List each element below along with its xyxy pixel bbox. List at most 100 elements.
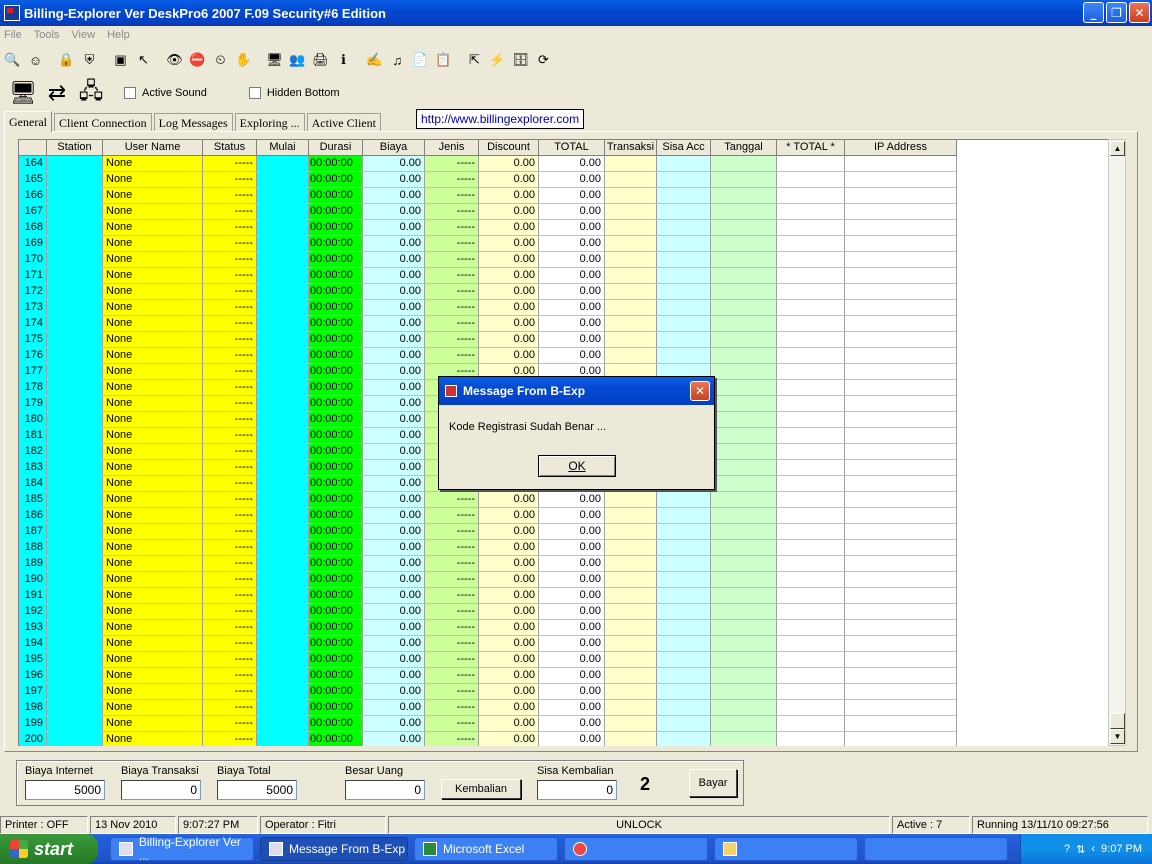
network-icon[interactable]: 🖧 bbox=[74, 77, 108, 109]
column-header[interactable]: TOTAL bbox=[539, 140, 605, 156]
table-row[interactable]: 196 None ----- 00:00:00 0.00 ----- 0.00 0.00 bbox=[19, 668, 1108, 684]
network-tray-icon[interactable]: ⇅ bbox=[1076, 843, 1085, 856]
document-icon[interactable]: 📄 bbox=[410, 49, 431, 71]
computer-icon[interactable]: 🖥 bbox=[264, 49, 285, 71]
export-icon[interactable]: ⇱ bbox=[464, 49, 485, 71]
table-row[interactable]: 173 None ----- 00:00:00 0.00 ----- 0.00 0.00 bbox=[19, 300, 1108, 316]
scroll-thumb[interactable] bbox=[1110, 713, 1125, 729]
help-icon[interactable]: ? bbox=[1064, 843, 1070, 855]
menu-tools[interactable]: Tools bbox=[34, 29, 60, 41]
column-header[interactable]: Biaya bbox=[363, 140, 425, 156]
table-row[interactable]: 195 None ----- 00:00:00 0.00 ----- 0.00 0.00 bbox=[19, 652, 1108, 668]
hand-icon[interactable]: ✋ bbox=[233, 49, 254, 71]
checkbox-box[interactable] bbox=[248, 87, 261, 99]
column-header[interactable]: Durasi bbox=[309, 140, 363, 156]
table-row[interactable]: 194 None ----- 00:00:00 0.00 ----- 0.00 0.00 bbox=[19, 636, 1108, 652]
table-row[interactable]: 174 None ----- 00:00:00 0.00 ----- 0.00 0.00 bbox=[19, 316, 1108, 332]
users-icon[interactable]: 👥 bbox=[287, 49, 308, 71]
biaya-transaksi-field[interactable]: 0 bbox=[121, 780, 201, 800]
tab-active-client[interactable]: Active Client bbox=[306, 113, 381, 132]
database-icon[interactable]: 🗄 bbox=[510, 49, 531, 71]
menu-help[interactable]: Help bbox=[107, 29, 130, 41]
refresh-icon[interactable]: ⟳ bbox=[533, 49, 554, 71]
tab-client-connection[interactable]: Client Connection bbox=[53, 113, 152, 132]
computer-icon[interactable]: 🖥 bbox=[6, 77, 40, 109]
scroll-down-icon[interactable]: ▼ bbox=[1110, 729, 1125, 744]
table-row[interactable]: 190 None ----- 00:00:00 0.00 ----- 0.00 0.00 bbox=[19, 572, 1108, 588]
website-link[interactable]: http://www.billingexplorer.com bbox=[416, 109, 585, 129]
task-browser[interactable] bbox=[564, 837, 708, 861]
table-row[interactable]: 175 None ----- 00:00:00 0.00 ----- 0.00 0.00 bbox=[19, 332, 1108, 348]
kembalian-button[interactable]: Kembalian bbox=[441, 779, 521, 799]
column-header[interactable]: * TOTAL * bbox=[777, 140, 845, 156]
table-row[interactable]: 166 None ----- 00:00:00 0.00 ----- 0.00 0.00 bbox=[19, 188, 1108, 204]
table-row[interactable]: 186 None ----- 00:00:00 0.00 ----- 0.00 0.00 bbox=[19, 508, 1108, 524]
column-header[interactable]: Jenis bbox=[425, 140, 479, 156]
checkbox-box[interactable] bbox=[124, 87, 136, 99]
table-row[interactable]: 191 None ----- 00:00:00 0.00 ----- 0.00 0.00 bbox=[19, 588, 1108, 604]
shield-icon[interactable]: ⛨ bbox=[79, 49, 100, 71]
close-button[interactable]: ✕ bbox=[1129, 2, 1150, 23]
table-row[interactable]: 172 None ----- 00:00:00 0.00 ----- 0.00 0.00 bbox=[19, 284, 1108, 300]
table-row[interactable]: 193 None ----- 00:00:00 0.00 ----- 0.00 0.00 bbox=[19, 620, 1108, 636]
report-icon[interactable]: 📋 bbox=[433, 49, 454, 71]
table-row[interactable]: 199 None ----- 00:00:00 0.00 ----- 0.00 0.00 bbox=[19, 716, 1108, 732]
minimize-button[interactable]: _ bbox=[1083, 2, 1104, 23]
table-row[interactable]: 170 None ----- 00:00:00 0.00 ----- 0.00 0.00 bbox=[19, 252, 1108, 268]
tab-log-messages[interactable]: Log Messages bbox=[153, 113, 233, 132]
maximize-button[interactable]: ❐ bbox=[1106, 2, 1127, 23]
eye-icon[interactable]: 👁 bbox=[164, 49, 185, 71]
printer-icon[interactable]: 🖨 bbox=[310, 49, 331, 71]
vertical-scrollbar[interactable]: ▲ ▼ bbox=[1108, 139, 1126, 746]
scroll-up-icon[interactable]: ▲ bbox=[1110, 141, 1125, 156]
table-row[interactable]: 176 None ----- 00:00:00 0.00 ----- 0.00 0.00 bbox=[19, 348, 1108, 364]
start-button[interactable]: start bbox=[0, 834, 98, 864]
menu-file[interactable]: File bbox=[4, 29, 22, 41]
transfer-icon[interactable]: ⇄ bbox=[40, 77, 74, 109]
lock-icon[interactable]: 🔒 bbox=[56, 49, 77, 71]
info-icon[interactable]: ℹ bbox=[333, 49, 354, 71]
biaya-total-field[interactable]: 5000 bbox=[217, 780, 297, 800]
table-row[interactable]: 167 None ----- 00:00:00 0.00 ----- 0.00 0.00 bbox=[19, 204, 1108, 220]
column-header[interactable]: IP Address bbox=[845, 140, 957, 156]
smiley-icon[interactable]: ☺ bbox=[25, 49, 46, 71]
sisa-kembalian-field[interactable]: 0 bbox=[537, 780, 617, 800]
column-header[interactable]: Sisa Acc bbox=[657, 140, 711, 156]
binoculars-icon[interactable]: 🔍 bbox=[2, 49, 23, 71]
menu-view[interactable]: View bbox=[71, 29, 95, 41]
column-header[interactable]: Station bbox=[47, 140, 103, 156]
task-empty[interactable] bbox=[864, 837, 1008, 861]
table-row[interactable]: 188 None ----- 00:00:00 0.00 ----- 0.00 0.00 bbox=[19, 540, 1108, 556]
table-row[interactable]: 200 None ----- 00:00:00 0.00 ----- 0.00 0.00 bbox=[19, 732, 1108, 746]
clock-icon[interactable]: ⏲ bbox=[210, 49, 231, 71]
active-sound-checkbox[interactable]: Active Sound bbox=[124, 87, 207, 99]
besar-uang-field[interactable]: 0 bbox=[345, 780, 425, 800]
network-icon[interactable]: ▣ bbox=[110, 49, 131, 71]
task-excel[interactable]: Microsoft Excel bbox=[414, 837, 558, 861]
tab-exploring[interactable]: Exploring ... bbox=[234, 113, 305, 132]
column-header[interactable]: Transaksi bbox=[605, 140, 657, 156]
bayar-button[interactable]: Bayar bbox=[689, 769, 737, 797]
table-row[interactable]: 198 None ----- 00:00:00 0.00 ----- 0.00 0.00 bbox=[19, 700, 1108, 716]
task-billing-explorer[interactable]: Billing-Explorer Ver ... bbox=[110, 835, 254, 863]
stop-icon[interactable]: ⛔ bbox=[187, 49, 208, 71]
lightning-icon[interactable]: ⚡ bbox=[487, 49, 508, 71]
tray-expand-icon[interactable]: ‹ bbox=[1091, 843, 1095, 855]
tab-general[interactable]: General bbox=[4, 111, 52, 132]
table-row[interactable]: 171 None ----- 00:00:00 0.00 ----- 0.00 0.00 bbox=[19, 268, 1108, 284]
table-row[interactable]: 197 None ----- 00:00:00 0.00 ----- 0.00 0.00 bbox=[19, 684, 1108, 700]
table-row[interactable]: 169 None ----- 00:00:00 0.00 ----- 0.00 0.00 bbox=[19, 236, 1108, 252]
ok-button[interactable]: OK bbox=[538, 455, 616, 477]
task-message[interactable]: Message From B-Exp bbox=[260, 837, 408, 861]
task-folder[interactable] bbox=[714, 837, 858, 861]
chart-icon[interactable]: ✍ bbox=[364, 49, 385, 71]
table-row[interactable]: 189 None ----- 00:00:00 0.00 ----- 0.00 0.00 bbox=[19, 556, 1108, 572]
table-row[interactable]: 185 None ----- 00:00:00 0.00 ----- 0.00 0.00 bbox=[19, 492, 1108, 508]
table-row[interactable]: 165 None ----- 00:00:00 0.00 ----- 0.00 0.00 bbox=[19, 172, 1108, 188]
column-header[interactable]: Status bbox=[203, 140, 257, 156]
column-header[interactable]: Mulai bbox=[257, 140, 309, 156]
table-row[interactable]: 187 None ----- 00:00:00 0.00 ----- 0.00 0.00 bbox=[19, 524, 1108, 540]
pointer-icon[interactable]: ↖ bbox=[133, 49, 154, 71]
hidden-bottom-checkbox[interactable]: Hidden Bottom bbox=[248, 87, 340, 99]
table-row[interactable]: 192 None ----- 00:00:00 0.00 ----- 0.00 0.00 bbox=[19, 604, 1108, 620]
